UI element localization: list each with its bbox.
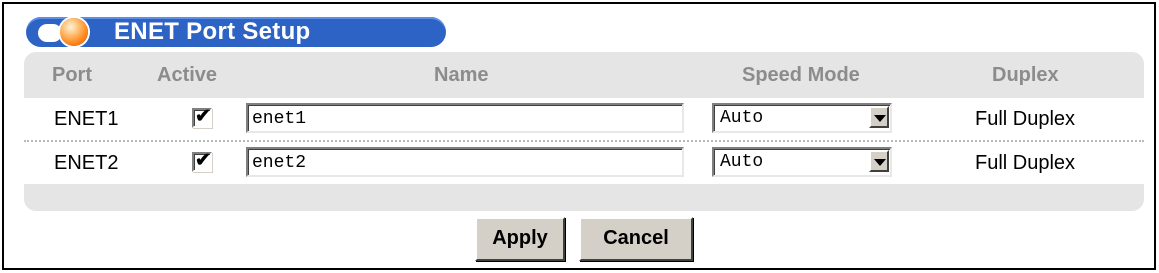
title-bar-cap	[38, 24, 62, 42]
active-checkbox[interactable]: ✔	[192, 150, 212, 172]
port-table: Port Active Name Speed Mode Duplex ENET1…	[24, 52, 1144, 211]
table-row-enet2: ENET2 ✔ enet2 Auto Full Duplex	[24, 142, 1144, 184]
header-speed-mode: Speed Mode	[742, 64, 860, 86]
section-title: ENET Port Setup	[114, 18, 311, 45]
speed-mode-value: Auto	[720, 108, 764, 128]
speed-mode-select[interactable]: Auto	[712, 147, 892, 177]
port-label: ENET2	[54, 152, 119, 174]
orange-orb-icon	[60, 18, 88, 46]
active-checkbox[interactable]: ✔	[192, 106, 212, 128]
name-input[interactable]: enet2	[246, 147, 684, 177]
cancel-button[interactable]: Cancel	[579, 217, 693, 261]
table-row-enet1: ENET1 ✔ enet1 Auto Full Duplex	[24, 98, 1144, 142]
section-title-bar: ENET Port Setup	[26, 17, 446, 47]
chevron-down-icon	[874, 115, 886, 122]
duplex-value: Full Duplex	[975, 108, 1076, 130]
dropdown-arrow-button[interactable]	[869, 150, 889, 172]
header-name: Name	[434, 64, 489, 86]
chevron-down-icon	[874, 159, 886, 166]
header-port: Port	[52, 64, 92, 86]
name-input[interactable]: enet1	[246, 103, 684, 133]
checkmark-icon: ✔	[195, 106, 211, 127]
header-duplex: Duplex	[992, 64, 1059, 86]
duplex-value: Full Duplex	[975, 152, 1076, 174]
speed-mode-value: Auto	[720, 152, 764, 172]
port-setup-frame: ENET Port Setup Port Active Name Speed M…	[2, 2, 1156, 270]
header-active: Active	[157, 64, 218, 86]
speed-mode-select[interactable]: Auto	[712, 103, 892, 133]
checkmark-icon: ✔	[195, 150, 211, 171]
port-label: ENET1	[54, 108, 119, 130]
apply-button[interactable]: Apply	[475, 217, 565, 261]
dropdown-arrow-button[interactable]	[869, 106, 889, 128]
